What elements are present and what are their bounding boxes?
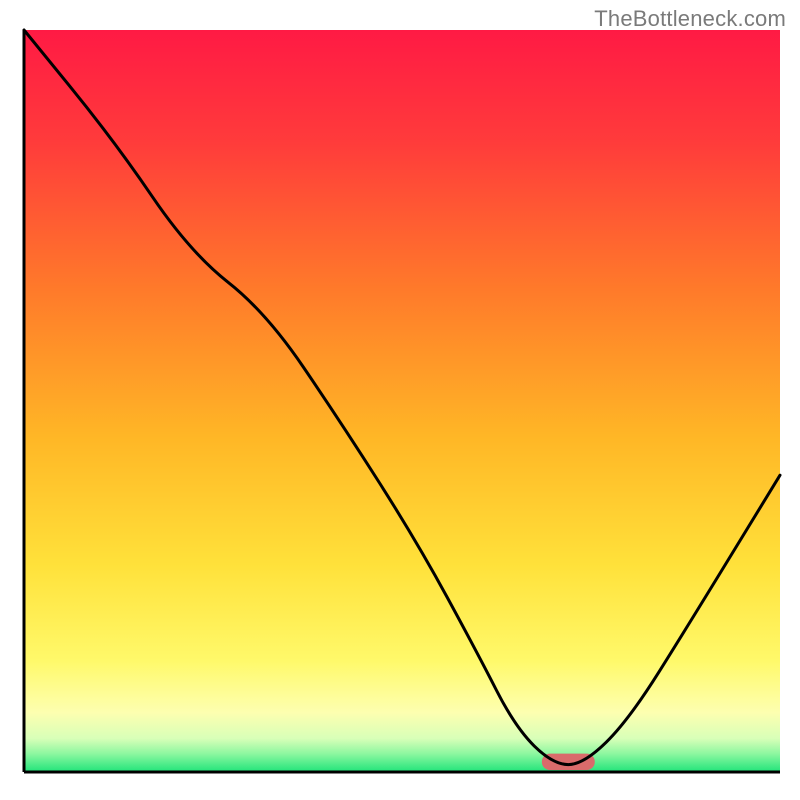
chart-container: TheBottleneck.com <box>0 0 800 800</box>
watermark-text: TheBottleneck.com <box>594 6 786 32</box>
optimal-zone-marker <box>542 754 595 770</box>
bottleneck-chart <box>0 0 800 800</box>
